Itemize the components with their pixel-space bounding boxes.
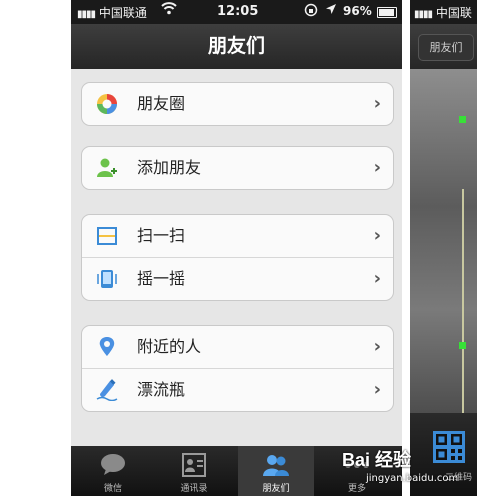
list-item-label: 添加朋友 xyxy=(137,158,202,177)
list-item-label: 附近的人 xyxy=(137,337,202,356)
friends-icon xyxy=(262,452,290,478)
battery-icon xyxy=(377,7,397,18)
list-group-moments: 朋友圈 › xyxy=(81,82,394,126)
shake-icon xyxy=(96,268,118,290)
list-item-label: 摇一摇 xyxy=(137,269,186,288)
tab-label: 通讯录 xyxy=(180,484,208,494)
carrier-name: 中国联通 xyxy=(98,6,147,20)
list-item-scan[interactable]: 扫一扫 › xyxy=(82,215,393,258)
list-group-add-friend: 添加朋友 › xyxy=(81,146,394,190)
status-bar: ▮▮▮▮ 中国联通 12:05 96% xyxy=(71,0,402,24)
list-item-shake[interactable]: 摇一摇 › xyxy=(82,258,393,300)
list-item-moments[interactable]: 朋友圈 › xyxy=(82,83,393,125)
tab-friends[interactable]: 朋友们 xyxy=(238,446,314,496)
scanner-screen: ▮▮▮▮ 中国联通 朋友们 二维码 xyxy=(410,0,477,496)
camera-viewfinder xyxy=(410,69,477,415)
status-bar: ▮▮▮▮ 中国联通 xyxy=(410,0,477,37)
scan-corner-marker xyxy=(459,116,466,123)
nav-bar: 朋友们 xyxy=(71,24,402,69)
list-item-nearby[interactable]: 附近的人 › xyxy=(82,326,393,369)
contacts-icon xyxy=(180,452,208,478)
nav-bar: 朋友们 xyxy=(410,24,477,69)
phone-screen: ▮▮▮▮ 中国联通 12:05 96% 朋友们 朋友圈 › 添加朋友 › 扫一扫… xyxy=(71,0,402,496)
location-pin-icon xyxy=(96,336,118,358)
tab-chats[interactable]: 微信 xyxy=(75,446,151,496)
chevron-right-icon: › xyxy=(373,379,381,400)
add-friend-icon xyxy=(96,157,118,179)
carrier-indicator: ▮▮▮▮ 中国联通 xyxy=(77,4,147,21)
list-item-add-friend[interactable]: 添加朋友 › xyxy=(82,147,393,189)
drift-bottle-icon xyxy=(96,379,118,402)
chevron-right-icon: › xyxy=(373,157,381,178)
signal-icon: ▮▮▮▮ xyxy=(77,9,96,20)
tab-contacts[interactable]: 通讯录 xyxy=(156,446,232,496)
back-button[interactable]: 朋友们 xyxy=(418,34,474,61)
tab-label: 微信 xyxy=(103,484,122,494)
chevron-right-icon: › xyxy=(373,268,381,289)
wifi-icon xyxy=(161,1,177,19)
scan-frame xyxy=(462,189,464,415)
location-arrow-icon xyxy=(325,3,337,18)
scan-corner-marker xyxy=(459,342,466,349)
list-group-scan-shake: 扫一扫 › 摇一摇 › xyxy=(81,214,394,301)
tab-label: 朋友们 xyxy=(262,484,290,494)
battery-percent: 96% xyxy=(343,4,372,18)
chevron-right-icon: › xyxy=(373,93,381,114)
watermark-url: jingyan.baidu.com xyxy=(366,473,459,484)
list-item-drift-bottle[interactable]: 漂流瓶 › xyxy=(82,369,393,411)
chevron-right-icon: › xyxy=(373,225,381,246)
moments-icon xyxy=(96,93,118,115)
list-item-label: 漂流瓶 xyxy=(137,380,186,399)
page-title: 朋友们 xyxy=(207,35,265,57)
clock: 12:05 xyxy=(217,4,259,19)
scan-icon xyxy=(96,225,118,247)
signal-icon: ▮▮▮▮ xyxy=(414,9,433,20)
chat-bubble-icon xyxy=(99,452,127,478)
watermark: Bai 经验 jingyan.baidu.com xyxy=(336,440,477,496)
chevron-right-icon: › xyxy=(373,336,381,357)
list-group-nearby-bottle: 附近的人 › 漂流瓶 › xyxy=(81,325,394,412)
rotation-lock-icon xyxy=(304,3,318,21)
list-item-label: 扫一扫 xyxy=(137,226,186,245)
watermark-brand: Bai 经验 xyxy=(342,450,412,470)
list-item-label: 朋友圈 xyxy=(137,94,186,113)
